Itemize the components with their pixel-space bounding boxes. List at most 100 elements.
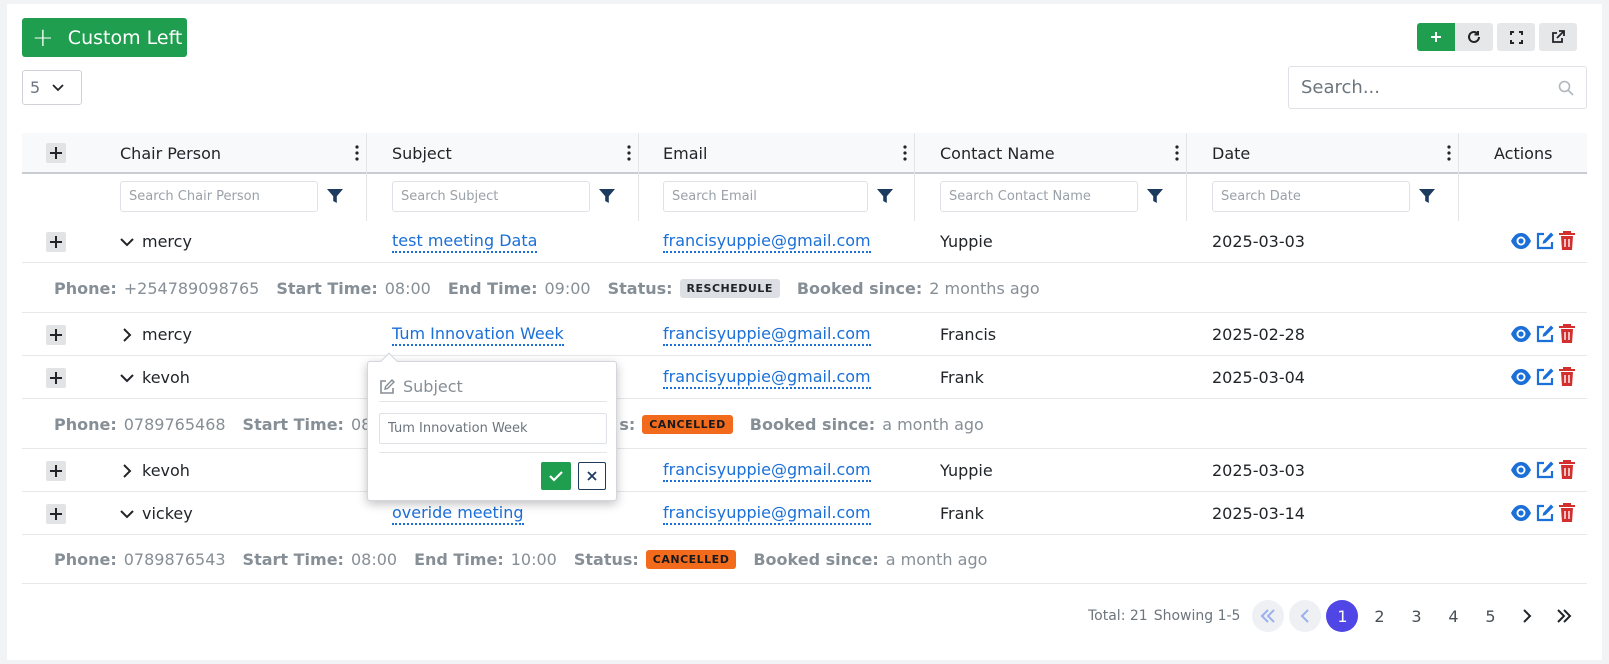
refresh-button[interactable] [1455,23,1493,51]
edit-button[interactable] [1535,460,1555,480]
column-menu-icon[interactable] [1174,145,1180,161]
eye-icon [1511,233,1531,249]
view-button[interactable] [1510,503,1532,523]
subject-edit-input[interactable]: Tum Innovation Week [379,413,607,444]
date-cell: 2025-02-28 [1212,325,1305,344]
chair-person-cell[interactable]: vickey [120,493,193,534]
row-actions [1510,231,1576,251]
column-menu-icon[interactable] [902,145,908,161]
row-action-button[interactable] [46,368,66,388]
email-link[interactable]: francisyuppie@gmail.com [663,367,871,389]
view-button[interactable] [1510,460,1532,480]
chevron-right-icon [123,327,132,342]
page-button[interactable]: 2 [1363,600,1395,632]
chair-person-cell[interactable]: kevoh [120,450,190,491]
global-search-input[interactable]: Search... [1288,66,1587,109]
page-button[interactable]: 3 [1400,600,1432,632]
filter-chair-person-input[interactable]: Search Chair Person [120,181,318,212]
chevron-down-icon [120,373,134,382]
email-link[interactable]: francisyuppie@gmail.com [663,460,871,482]
filter-icon[interactable] [1146,187,1164,205]
edit-icon [1536,232,1554,250]
chevron-right-icon [123,463,132,478]
view-button[interactable] [1510,367,1532,387]
date-cell: 2025-03-03 [1212,232,1305,251]
chair-person-text: vickey [142,504,193,523]
chair-person-cell[interactable]: mercy [120,314,192,355]
trash-icon [1559,503,1575,522]
eye-icon [1511,326,1531,342]
column-header-email[interactable]: Email [663,133,707,174]
delete-button[interactable] [1558,324,1576,344]
open-external-button[interactable] [1539,23,1577,51]
row-action-button[interactable] [46,325,66,345]
edit-button[interactable] [1535,324,1555,344]
first-page-button[interactable] [1252,600,1285,632]
chair-person-text: mercy [142,325,192,344]
row-action-button[interactable] [46,461,66,481]
row-action-button[interactable] [46,504,66,524]
column-header-actions: Actions [1494,144,1553,163]
column-menu-icon[interactable] [626,145,632,161]
filter-subject-input[interactable]: Search Subject [392,181,590,212]
external-link-icon [1552,30,1565,43]
last-page-button[interactable] [1548,600,1580,632]
filter-contact-name-input[interactable]: Search Contact Name [940,181,1138,212]
custom-left-label: Custom Left [67,26,183,49]
view-button[interactable] [1510,324,1532,344]
edit-button[interactable] [1535,231,1555,251]
column-menu-icon[interactable] [354,145,360,161]
start-time-label: Start Time: [242,550,344,569]
page-button[interactable]: 5 [1474,600,1506,632]
phone-label: Phone: [54,414,117,434]
filter-icon[interactable] [598,187,616,205]
view-button[interactable] [1510,231,1532,251]
add-row-button[interactable] [1417,23,1455,51]
column-menu-icon[interactable] [1446,145,1452,161]
next-page-button[interactable] [1511,600,1543,632]
page-size-select[interactable]: 5 [22,70,82,105]
page-button[interactable]: 4 [1437,600,1469,632]
chair-person-cell[interactable]: mercy [120,221,192,262]
chair-person-cell[interactable]: kevoh [120,357,190,398]
fullscreen-button[interactable] [1497,23,1535,51]
delete-button[interactable] [1558,367,1576,387]
confirm-edit-button[interactable] [541,462,571,490]
column-header-date[interactable]: Date [1212,133,1250,174]
contact-name-cell: Yuppie [940,232,993,251]
date-cell: 2025-03-03 [1212,461,1305,480]
delete-button[interactable] [1558,231,1576,251]
filter-date-input[interactable]: Search Date [1212,181,1410,212]
filter-email-input[interactable]: Search Email [663,181,868,212]
email-link[interactable]: francisyuppie@gmail.com [663,324,871,346]
delete-button[interactable] [1558,503,1576,523]
chevron-down-icon [120,237,134,246]
column-header-chair-person[interactable]: Chair Person [120,133,221,174]
search-placeholder: Search... [1301,77,1381,98]
chevron-down-icon [52,83,64,91]
table-row: vickey overide meeting francisyuppie@gma… [22,493,1587,535]
filter-icon[interactable] [1418,187,1436,205]
page-button[interactable]: 1 [1326,600,1359,632]
email-link[interactable]: francisyuppie@gmail.com [663,503,871,525]
row-action-button[interactable] [46,232,66,252]
column-header-contact-name[interactable]: Contact Name [940,133,1055,174]
edit-button[interactable] [1535,367,1555,387]
edit-button[interactable] [1535,503,1555,523]
table-row: mercy test meeting Data francisyuppie@gm… [22,221,1587,263]
subject-link[interactable]: test meeting Data [392,231,538,253]
filter-icon[interactable] [876,187,894,205]
row-actions [1510,324,1576,344]
expand-all-button[interactable] [46,143,66,163]
email-link[interactable]: francisyuppie@gmail.com [663,231,871,253]
subject-link[interactable]: overide meeting [392,503,524,525]
delete-button[interactable] [1558,460,1576,480]
previous-page-button[interactable] [1289,600,1322,632]
subject-link[interactable]: Tum Innovation Week [392,324,564,346]
custom-left-button[interactable]: + Custom Left [22,18,187,57]
filter-icon[interactable] [326,187,344,205]
column-header-subject[interactable]: Subject [392,133,452,174]
eye-icon [1511,369,1531,385]
cancel-edit-button[interactable] [578,462,606,490]
table-row: kevoh francisyuppie@gmail.com Yuppie 202… [22,450,1587,492]
